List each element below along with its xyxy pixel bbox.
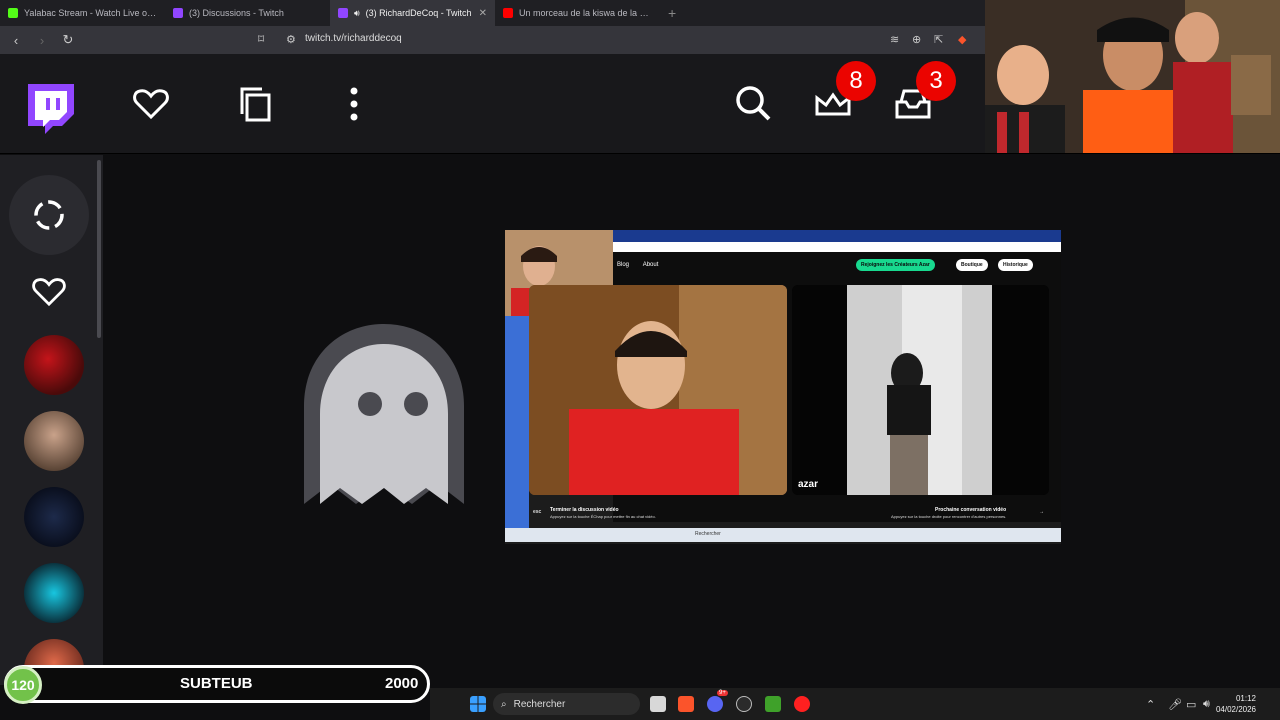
browser-tab-discussions[interactable]: (3) Discussions - Twitch: [165, 0, 330, 26]
taskbar-search-placeholder: Rechercher: [513, 698, 566, 710]
site-info-icon[interactable]: ⚙: [286, 33, 296, 46]
share-icon[interactable]: ⇱: [934, 33, 943, 46]
embedded-address-bar: [613, 242, 1061, 252]
tab-title: Un morceau de la kiswa de la Kaaba: [519, 8, 652, 18]
tab-title: (3) RichardDeCoq - Twitch: [365, 8, 472, 18]
taskbar-search-icon: ⌕: [501, 698, 507, 710]
channel-avatar-3[interactable]: [24, 487, 84, 547]
end-call-sub: Appuyez sur la touche ÉChap pour mettre …: [550, 514, 656, 519]
taskbar-clock[interactable]: 01:12 04/02/2026: [1216, 693, 1256, 715]
search-icon[interactable]: [734, 84, 772, 122]
sidebar-heart-icon[interactable]: [32, 277, 66, 307]
clock-time: 01:12: [1235, 694, 1256, 703]
task-view-icon[interactable]: [650, 696, 666, 712]
history-button[interactable]: Historique: [998, 259, 1033, 271]
reader-icon[interactable]: ≋: [890, 33, 899, 46]
shop-button[interactable]: Boutique: [956, 259, 988, 271]
launcher-taskbar-icon[interactable]: [765, 696, 781, 712]
channel-avatar-2[interactable]: [24, 411, 84, 471]
tab-title: (3) Discussions - Twitch: [189, 8, 284, 18]
volume-icon[interactable]: 🔊︎: [1203, 698, 1210, 711]
sub-goal-target: 2000: [385, 675, 419, 692]
sub-goal-name: SUBTEUB: [180, 675, 253, 692]
webcam-image: [985, 0, 1280, 153]
back-icon[interactable]: ‹: [6, 33, 26, 48]
embedded-call-controls: esc Terminer la discussion vidéo Appuyez…: [529, 500, 1061, 522]
youtube-taskbar-icon[interactable]: [794, 696, 810, 712]
zoom-icon[interactable]: ⊕: [912, 33, 921, 46]
channel-avatar-1[interactable]: [24, 335, 84, 395]
browser-tab-kick[interactable]: Yalabac Stream - Watch Live on Kick: [0, 0, 165, 26]
sidebar-scrollbar[interactable]: [97, 160, 101, 338]
heart-icon[interactable]: [133, 88, 169, 120]
remote-video-feed: azar: [792, 285, 1049, 495]
embedded-sidebar: [505, 316, 529, 536]
clock-date: 04/02/2026: [1215, 705, 1256, 714]
rotate-button[interactable]: [9, 175, 89, 255]
url-field[interactable]: twitch.tv/richarddecoq: [305, 33, 402, 44]
windows-start-icon[interactable]: [470, 696, 486, 712]
twitch-favicon-icon: [173, 8, 183, 18]
next-call-title[interactable]: Prochaine conversation vidéo: [935, 507, 1006, 513]
forward-icon[interactable]: ›: [32, 33, 52, 48]
speaker-icon: 🔊︎: [354, 7, 360, 18]
ghost-placeholder-icon: [304, 324, 464, 504]
discord-taskbar-icon[interactable]: [707, 696, 723, 712]
join-creators-button[interactable]: Rejoignez les Créateurs Azar: [856, 259, 935, 271]
tray-chevron-icon[interactable]: ⌃: [1146, 698, 1155, 711]
nav-blog-link[interactable]: Blog: [617, 262, 629, 268]
embedded-screen-capture: Blog About Rejoignez les Créateurs Azar …: [505, 230, 1061, 544]
sub-count-badge: 120: [4, 666, 42, 704]
end-call-title[interactable]: Terminer la discussion vidéo: [550, 507, 619, 513]
embedded-search: Rechercher: [695, 531, 721, 537]
brave-shield-icon[interactable]: ◆: [958, 33, 966, 46]
esc-key: esc: [533, 509, 542, 515]
rotate-icon: [34, 200, 64, 230]
taskbar-search[interactable]: ⌕ Rechercher: [493, 693, 640, 715]
windows-taskbar: ⌕ Rechercher 9+ ⌃ 🎤︎ ▭ 🔊︎ 01:12 04/02/20…: [430, 688, 1280, 720]
brave-taskbar-icon[interactable]: [678, 696, 694, 712]
twitch-logo-icon[interactable]: [26, 82, 76, 134]
obs-taskbar-icon[interactable]: [736, 696, 752, 712]
tab-title: Yalabac Stream - Watch Live on Kick: [24, 8, 157, 18]
close-tab-icon[interactable]: ✕: [479, 8, 487, 19]
reload-icon[interactable]: ↻: [58, 32, 78, 48]
new-tab-button[interactable]: +: [660, 5, 676, 21]
twitch-favicon-icon: [338, 8, 348, 18]
more-vertical-icon[interactable]: [347, 86, 361, 122]
youtube-favicon-icon: [503, 8, 513, 18]
browser-tab-youtube[interactable]: Un morceau de la kiswa de la Kaaba: [495, 0, 660, 26]
nav-about-link[interactable]: About: [643, 262, 659, 268]
kick-favicon-icon: [8, 8, 18, 18]
discord-notification-badge: 9+: [717, 690, 728, 696]
next-arrow-icon[interactable]: →: [1039, 509, 1044, 515]
local-video-feed: [529, 285, 787, 495]
copy-icon[interactable]: [238, 86, 272, 122]
streamer-webcam: [985, 0, 1280, 153]
monitor-icon[interactable]: ▭: [1186, 698, 1196, 711]
notifications-badge[interactable]: 8: [836, 61, 876, 101]
bookmark-icon[interactable]: ⌑: [258, 32, 264, 46]
next-call-sub: Appuyez sur la touche droite pour rencon…: [891, 514, 1007, 519]
inbox-badge[interactable]: 3: [916, 61, 956, 101]
channel-avatar-4[interactable]: [24, 563, 84, 623]
browser-tab-richarddecoq[interactable]: 🔊︎ (3) RichardDeCoq - Twitch ✕: [330, 0, 495, 26]
azar-brand: azar: [798, 479, 818, 490]
embedded-taskbar: Rechercher: [505, 528, 1061, 542]
embedded-site-nav: Blog About: [617, 262, 658, 268]
microphone-icon[interactable]: 🎤︎: [1168, 698, 1182, 711]
